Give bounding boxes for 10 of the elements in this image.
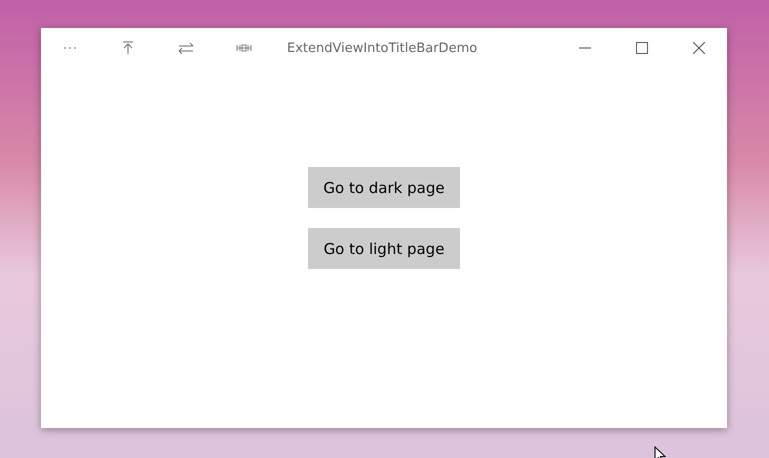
arrow-up-to-line-icon <box>122 41 134 55</box>
navigate-button[interactable]: Go to light page <box>308 228 460 269</box>
maximize-icon <box>636 42 648 54</box>
more-icon <box>63 46 77 50</box>
navigate-button[interactable]: Go to dark page <box>308 167 460 208</box>
swap-arrows-icon <box>178 42 194 54</box>
minimize-icon <box>578 47 590 49</box>
close-icon <box>692 42 704 54</box>
window-title: ExtendViewIntoTitleBarDemo <box>287 40 478 56</box>
bars-icon <box>236 42 252 54</box>
